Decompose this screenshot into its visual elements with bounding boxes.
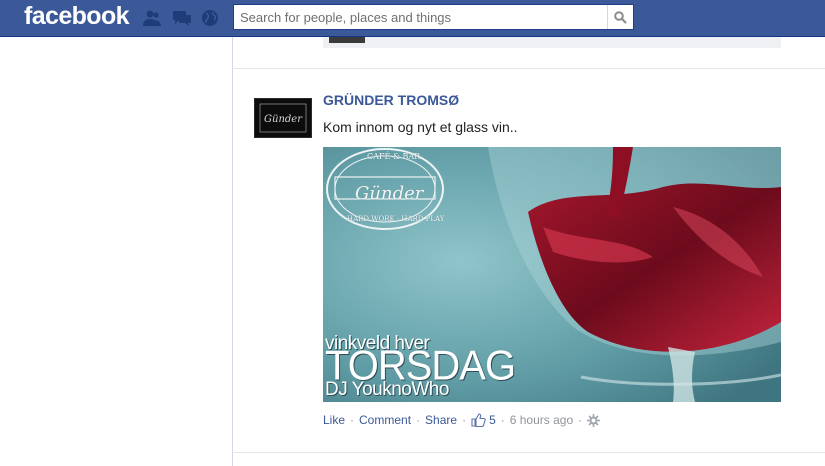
messages-icon[interactable] [172, 9, 192, 27]
friend-requests-icon[interactable] [142, 9, 162, 27]
comment-link[interactable]: Comment [359, 413, 411, 427]
search-input[interactable] [234, 5, 606, 29]
previous-story-thumbnail[interactable] [329, 37, 365, 43]
story-divider [234, 452, 825, 453]
photo-line-3: DJ YouknoWho [325, 379, 449, 400]
post-photo[interactable]: CAFÉ & BAR Günder HARD WORK · HARD PLAY … [323, 147, 781, 402]
separator-dot: · [416, 413, 421, 427]
like-link[interactable]: Like [323, 413, 345, 427]
facebook-logo[interactable]: facebook [24, 2, 130, 31]
page-name-link[interactable]: GRÜNDER TROMSØ [323, 92, 459, 108]
separator-dot: · [350, 413, 355, 427]
timestamp-link[interactable]: 6 hours ago [510, 413, 573, 427]
separator-dot: · [462, 413, 467, 427]
post-message: Kom innom og nyt et glass vin.. [323, 119, 518, 135]
story-actions: Like · Comment · Share · 5 · 6 hours ago… [323, 413, 601, 427]
like-count[interactable]: 5 [489, 413, 496, 427]
magnifier-icon[interactable] [607, 5, 633, 29]
thumbs-up-icon[interactable] [471, 413, 486, 427]
gear-icon[interactable] [587, 413, 601, 427]
badge-bottom-text: HARD WORK · HARD PLAY [347, 215, 445, 223]
separator-dot: · [500, 413, 505, 427]
story-divider [234, 68, 825, 69]
badge-name-text: Günder [355, 183, 424, 204]
search-box[interactable] [233, 4, 634, 30]
notifications-globe-icon[interactable] [200, 9, 220, 27]
top-bar: facebook [0, 0, 825, 37]
separator-dot: · [578, 413, 583, 427]
share-link[interactable]: Share [425, 413, 457, 427]
left-column [0, 37, 233, 466]
svg-text:Günder: Günder [264, 114, 303, 125]
page-avatar[interactable]: Günder [254, 98, 312, 138]
badge-top-text: CAFÉ & BAR [367, 152, 421, 161]
previous-story-stub [323, 37, 781, 48]
